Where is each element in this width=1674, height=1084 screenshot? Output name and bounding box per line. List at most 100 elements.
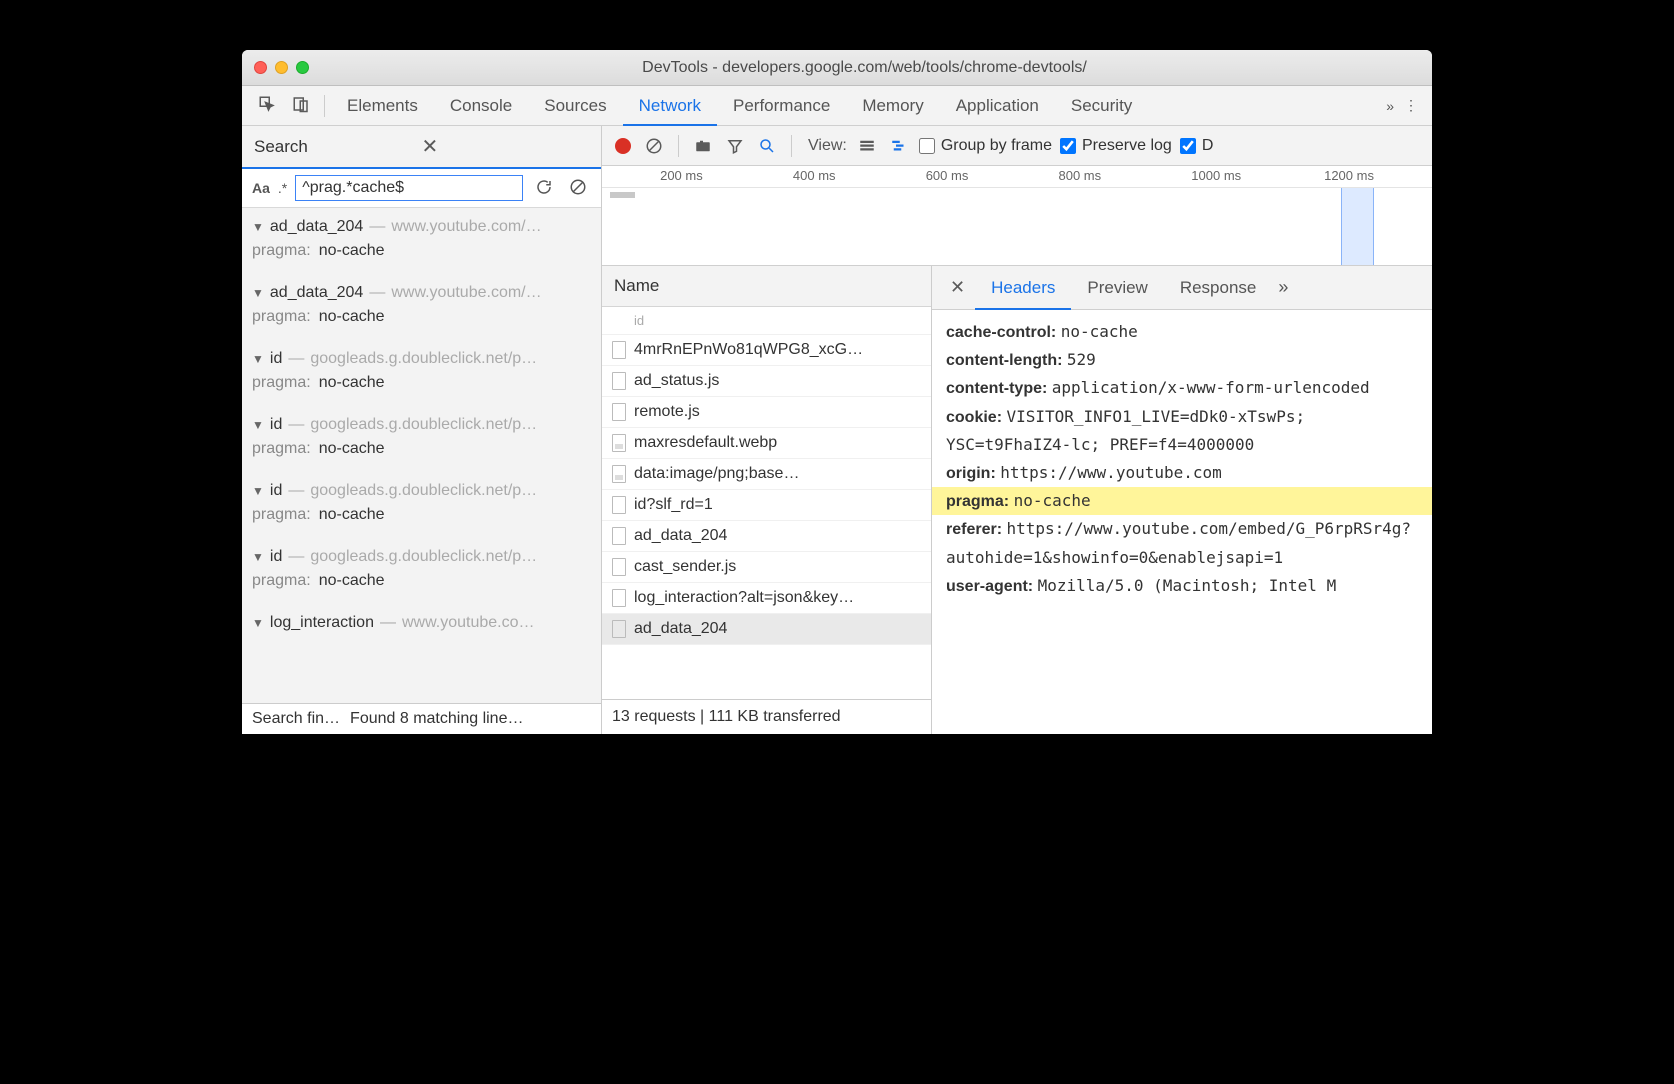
search-result-group[interactable]: ▼id — googleads.g.doubleclick.net/p…prag…: [242, 472, 601, 538]
request-name: id?slf_rd=1: [634, 496, 713, 514]
search-result-line[interactable]: pragma:no-cache: [252, 570, 591, 594]
request-row[interactable]: log_interaction?alt=json&key…: [602, 583, 931, 614]
header-entry[interactable]: origin: https://www.youtube.com: [946, 459, 1418, 487]
request-row[interactable]: 4mrRnEPnWo81qWPG8_xcG…: [602, 335, 931, 366]
minimize-window-button[interactable]: [275, 61, 288, 74]
request-row[interactable]: maxresdefault.webp: [602, 428, 931, 459]
request-row[interactable]: remote.js: [602, 397, 931, 428]
clear-button[interactable]: [642, 134, 666, 158]
group-by-frame-checkbox[interactable]: Group by frame: [919, 137, 1052, 155]
request-row[interactable]: data:image/png;base…: [602, 459, 931, 490]
tab-application[interactable]: Application: [940, 86, 1055, 126]
request-row[interactable]: id?slf_rd=1: [602, 490, 931, 521]
refresh-icon[interactable]: [531, 176, 557, 201]
request-summary: 13 requests | 111 KB transferred: [602, 699, 931, 734]
timeline-selection[interactable]: [1341, 188, 1374, 265]
details-overflow-icon[interactable]: »: [1278, 277, 1288, 298]
kebab-menu-icon[interactable]: ⋮: [1404, 97, 1418, 114]
search-result-group[interactable]: ▼log_interaction — www.youtube.co…: [242, 604, 601, 646]
document-icon: [612, 403, 626, 421]
request-name: ad_status.js: [634, 372, 719, 390]
detail-tab-preview[interactable]: Preview: [1071, 266, 1163, 310]
search-result-group[interactable]: ▼ad_data_204 — www.youtube.com/…pragma:n…: [242, 274, 601, 340]
name-column-header[interactable]: Name: [602, 266, 931, 307]
document-icon: [612, 434, 626, 452]
close-icon[interactable]: ✕: [422, 134, 590, 159]
network-toolbar: View: Group by frame Preserve log D: [602, 126, 1432, 166]
search-result-line[interactable]: pragma:no-cache: [252, 372, 591, 396]
tab-security[interactable]: Security: [1055, 86, 1148, 126]
header-entry[interactable]: pragma: no-cache: [932, 487, 1432, 515]
request-row[interactable]: cast_sender.js: [602, 552, 931, 583]
header-entry[interactable]: cookie: VISITOR_INFO1_LIVE=dDk0-xTswPs; …: [946, 403, 1418, 459]
record-button[interactable]: [612, 135, 634, 157]
waterfall-icon[interactable]: [887, 134, 911, 158]
request-row[interactable]: ad_data_204: [602, 614, 931, 645]
search-result-line[interactable]: pragma:no-cache: [252, 240, 591, 264]
search-header: Search ✕: [242, 126, 601, 169]
separator: [324, 95, 325, 117]
header-entry[interactable]: content-type: application/x-www-form-url…: [946, 374, 1418, 402]
document-icon: [612, 589, 626, 607]
search-result-group[interactable]: ▼ad_data_204 — www.youtube.com/…pragma:n…: [242, 208, 601, 274]
close-details-icon[interactable]: ✕: [940, 277, 975, 298]
regex-toggle[interactable]: .*: [278, 180, 287, 196]
search-icon[interactable]: [755, 134, 779, 158]
devtools-window: DevTools - developers.google.com/web/too…: [242, 50, 1432, 734]
search-input[interactable]: [295, 175, 523, 201]
search-result-line[interactable]: pragma:no-cache: [252, 438, 591, 462]
search-result-line[interactable]: pragma:no-cache: [252, 306, 591, 330]
titlebar: DevTools - developers.google.com/web/too…: [242, 50, 1432, 86]
inspect-icon[interactable]: [250, 89, 284, 122]
request-name: log_interaction?alt=json&key…: [634, 589, 854, 607]
tab-sources[interactable]: Sources: [528, 86, 622, 126]
clear-icon[interactable]: [565, 176, 591, 201]
search-panel: Search ✕ Aa .* ▼ad_data_204 — www.youtub…: [242, 126, 602, 734]
caret-icon: ▼: [252, 352, 264, 366]
detail-tab-response[interactable]: Response: [1164, 266, 1273, 310]
timeline-overview[interactable]: 200 ms400 ms600 ms800 ms1000 ms1200 ms: [602, 166, 1432, 266]
request-row[interactable]: ad_status.js: [602, 366, 931, 397]
device-toggle-icon[interactable]: [284, 89, 318, 122]
caret-icon: ▼: [252, 550, 264, 564]
document-icon: [612, 558, 626, 576]
request-name: data:image/png;base…: [634, 465, 799, 483]
search-status-1: Search fin…: [252, 710, 340, 728]
preserve-log-checkbox[interactable]: Preserve log: [1060, 137, 1172, 155]
header-entry[interactable]: user-agent: Mozilla/5.0 (Macintosh; Inte…: [946, 572, 1418, 600]
tabs-overflow-icon[interactable]: »: [1386, 98, 1394, 114]
tab-memory[interactable]: Memory: [846, 86, 939, 126]
header-entry[interactable]: referer: https://www.youtube.com/embed/G…: [946, 515, 1418, 571]
timeline-tick: 200 ms: [660, 168, 703, 183]
request-row[interactable]: ad_data_204: [602, 521, 931, 552]
screenshot-icon[interactable]: [691, 134, 715, 158]
tab-network[interactable]: Network: [623, 86, 717, 126]
zoom-window-button[interactable]: [296, 61, 309, 74]
header-entry[interactable]: cache-control: no-cache: [946, 318, 1418, 346]
request-name: remote.js: [634, 403, 700, 421]
tab-console[interactable]: Console: [434, 86, 528, 126]
detail-tab-headers[interactable]: Headers: [975, 266, 1071, 310]
window-title: DevTools - developers.google.com/web/too…: [309, 59, 1420, 77]
tab-performance[interactable]: Performance: [717, 86, 846, 126]
extra-checkbox[interactable]: D: [1180, 137, 1214, 155]
document-icon: [612, 496, 626, 514]
network-panel: View: Group by frame Preserve log D 200 …: [602, 126, 1432, 734]
document-icon: [612, 372, 626, 390]
large-rows-icon[interactable]: [855, 134, 879, 158]
search-result-line[interactable]: pragma:no-cache: [252, 504, 591, 528]
tab-elements[interactable]: Elements: [331, 86, 434, 126]
search-result-group[interactable]: ▼id — googleads.g.doubleclick.net/p…prag…: [242, 406, 601, 472]
details-tabs: ✕ HeadersPreviewResponse »: [932, 266, 1432, 310]
timeline-tick: 800 ms: [1059, 168, 1102, 183]
header-entry[interactable]: content-length: 529: [946, 346, 1418, 374]
search-status: Search fin… Found 8 matching line…: [242, 703, 601, 734]
filter-icon[interactable]: [723, 134, 747, 158]
search-result-group[interactable]: ▼id — googleads.g.doubleclick.net/p…prag…: [242, 538, 601, 604]
request-name: ad_data_204: [634, 620, 727, 638]
request-name: cast_sender.js: [634, 558, 736, 576]
close-window-button[interactable]: [254, 61, 267, 74]
case-sensitive-toggle[interactable]: Aa: [252, 180, 270, 196]
document-icon: [612, 527, 626, 545]
search-result-group[interactable]: ▼id — googleads.g.doubleclick.net/p…prag…: [242, 340, 601, 406]
